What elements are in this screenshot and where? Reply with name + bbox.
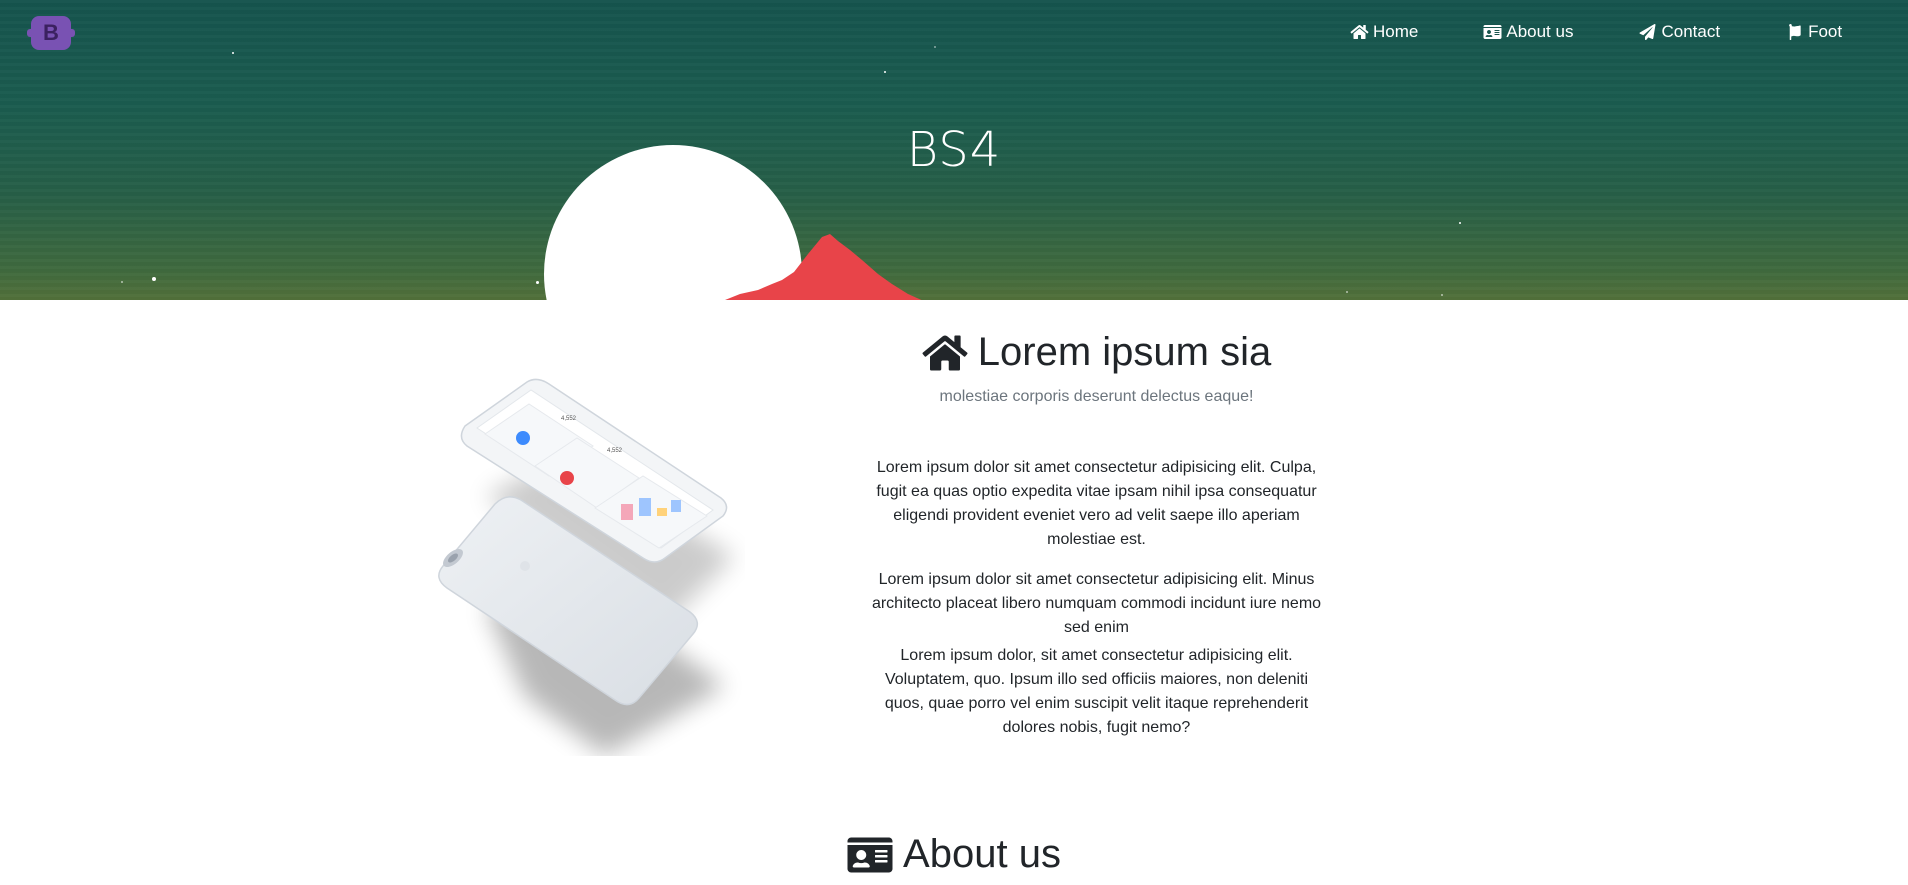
star xyxy=(1346,291,1348,293)
intro-heading: Lorem ipsum sia xyxy=(920,330,1273,375)
star xyxy=(232,52,234,54)
id-card-icon xyxy=(847,835,893,875)
nav-about-label: About us xyxy=(1506,22,1574,41)
main-nav: Home About us Contact Foot xyxy=(1349,22,1842,42)
home-icon xyxy=(922,333,968,373)
star xyxy=(536,281,539,284)
intro-paragraph: Lorem ipsum dolor sit amet consectetur a… xyxy=(871,571,1322,636)
about-heading-text: About us xyxy=(903,832,1061,876)
nav-contact-label: Contact xyxy=(1661,22,1721,41)
nav-about-link[interactable]: About us xyxy=(1482,22,1573,42)
intro-paragraph: Lorem ipsum dolor, sit amet consectetur … xyxy=(884,647,1309,736)
mountain-shape xyxy=(725,234,922,300)
nav-contact-link[interactable]: Contact xyxy=(1637,22,1720,42)
hero-title: BS4 xyxy=(906,122,1002,178)
about-heading: About us xyxy=(0,832,1908,877)
star xyxy=(934,46,936,48)
flag-icon xyxy=(1784,23,1804,41)
nav-home-link[interactable]: Home xyxy=(1349,22,1418,42)
star xyxy=(152,277,156,281)
nav-home-label: Home xyxy=(1373,22,1419,41)
home-icon xyxy=(1349,23,1369,41)
star xyxy=(1441,294,1443,296)
intro-paragraph: Lorem ipsum dolor sit amet consectetur a… xyxy=(876,459,1317,548)
nav-foot-link[interactable]: Foot xyxy=(1784,22,1842,42)
hero-banner: B Home About us Contact Foot BS4 xyxy=(0,0,1908,300)
nav-foot-label: Foot xyxy=(1808,22,1843,41)
star xyxy=(884,71,886,73)
paper-plane-icon xyxy=(1637,23,1657,41)
id-card-icon xyxy=(1482,23,1502,41)
brand-logo[interactable]: B xyxy=(27,16,75,50)
brand-logo-letter: B xyxy=(43,20,59,45)
star xyxy=(1459,222,1461,224)
intro-heading-text: Lorem ipsum sia xyxy=(977,330,1272,374)
intro-subheading: molestiae corporis deserunt delectus eaq… xyxy=(939,388,1254,405)
phone-mockup-image: 4,552 4,552 xyxy=(438,378,735,756)
phone-stat-top: 4,552 xyxy=(561,416,577,422)
phone-stat-bottom: 4,552 xyxy=(607,448,623,454)
star xyxy=(121,281,123,283)
